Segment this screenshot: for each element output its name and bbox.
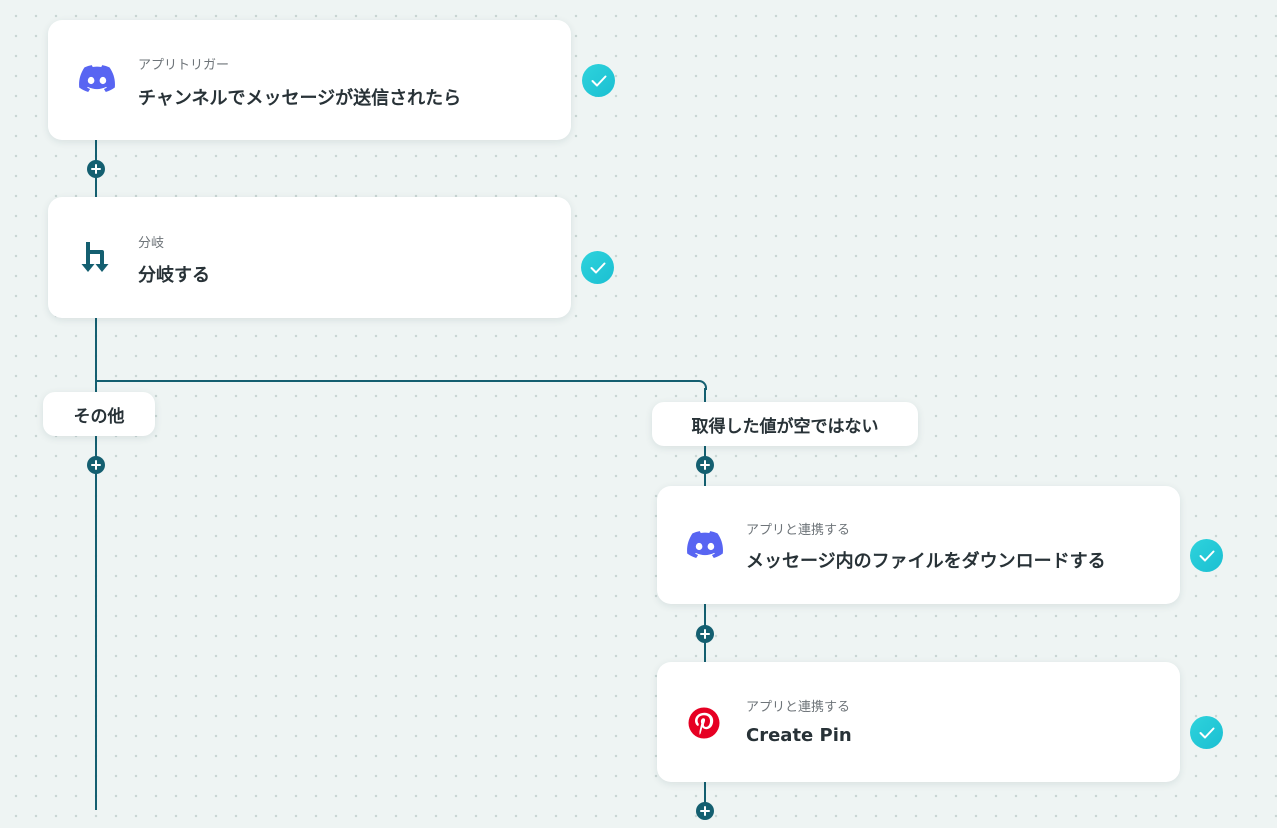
- check-icon: [1190, 716, 1223, 749]
- discord-icon: [78, 64, 116, 94]
- step-title: Create Pin: [746, 725, 852, 746]
- discord-icon: [686, 530, 724, 560]
- add-step-button[interactable]: [87, 456, 105, 474]
- connector-line: [95, 380, 697, 382]
- branch-icon: [78, 239, 116, 277]
- add-step-button[interactable]: [696, 456, 714, 474]
- download-step-card[interactable]: アプリと連携する メッセージ内のファイルをダウンロードする: [657, 486, 1180, 604]
- step-subtitle: アプリと連携する: [746, 700, 851, 715]
- step-title: チャンネルでメッセージが送信されたら: [138, 88, 462, 109]
- check-icon: [1190, 539, 1223, 572]
- branch-label-other[interactable]: その他: [43, 392, 155, 436]
- branch-label-not-empty[interactable]: 取得した値が空ではない: [652, 402, 918, 446]
- add-step-button[interactable]: [696, 802, 714, 820]
- branch-step-card[interactable]: 分岐 分岐する: [48, 197, 571, 318]
- step-subtitle: アプリと連携する: [746, 523, 851, 538]
- pinterest-icon: [687, 706, 721, 740]
- check-icon: [582, 64, 615, 97]
- create-pin-step-card[interactable]: アプリと連携する Create Pin: [657, 662, 1180, 782]
- add-step-button[interactable]: [696, 625, 714, 643]
- check-icon: [581, 251, 614, 284]
- flow-canvas: アプリトリガー チャンネルでメッセージが送信されたら 分岐 分岐する その他 取…: [0, 0, 1277, 828]
- step-subtitle: アプリトリガー: [138, 58, 230, 73]
- step-title: メッセージ内のファイルをダウンロードする: [746, 551, 1106, 572]
- add-step-button[interactable]: [87, 160, 105, 178]
- trigger-step-card[interactable]: アプリトリガー チャンネルでメッセージが送信されたら: [48, 20, 571, 140]
- step-title: 分岐する: [138, 265, 210, 286]
- step-subtitle: 分岐: [138, 236, 165, 251]
